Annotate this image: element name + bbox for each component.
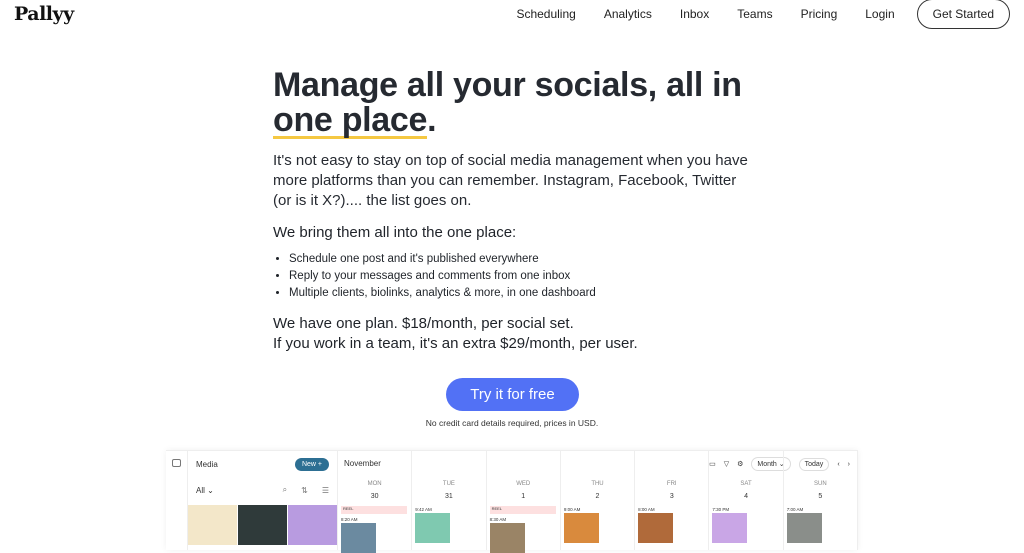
pricing-note: No credit card details required, prices … xyxy=(425,418,599,428)
day-number: 30 xyxy=(370,493,379,500)
nav-scheduling[interactable]: Scheduling xyxy=(516,7,575,21)
feature-item: Reply to your messages and comments from… xyxy=(289,268,753,285)
logo[interactable]: Pallyy xyxy=(14,3,74,25)
day-name: FRI xyxy=(666,481,677,487)
search-icon[interactable]: ⌕ xyxy=(283,485,287,495)
nav-analytics[interactable]: Analytics xyxy=(604,7,652,21)
sidebar-icon xyxy=(172,459,181,467)
post-thumbnail[interactable] xyxy=(638,513,674,543)
day-name: WED xyxy=(516,481,531,487)
day-name: MON xyxy=(367,481,382,487)
app-preview: Media New + All ⌄ ⌕ ⇅ ☰ November ▭ ▽ ⚙ Month… xyxy=(166,450,858,553)
feature-item: Multiple clients, biolinks, analytics & … xyxy=(289,285,753,302)
media-panel: Media New + All ⌄ ⌕ ⇅ ☰ xyxy=(188,451,338,550)
day-name: SUN xyxy=(813,481,827,487)
intro-text: It's not easy to stay on top of social m… xyxy=(273,152,748,209)
list-icon[interactable]: ☰ xyxy=(322,486,329,495)
media-title: Media xyxy=(196,459,218,469)
day-name: SAT xyxy=(740,481,752,487)
get-started-button[interactable]: Get Started xyxy=(916,0,1010,29)
new-button[interactable]: New + xyxy=(294,457,329,471)
post-time: 7:30 PM xyxy=(712,507,730,512)
post-time: 9:00 AM xyxy=(563,507,581,512)
post-thumbnail[interactable] xyxy=(341,523,376,553)
calendar: November ▭ ▽ ⚙ Month ⌄ Today ‹ › MON 30 RE… xyxy=(338,451,858,553)
nav-teams[interactable]: Teams xyxy=(737,7,772,21)
calendar-day[interactable]: WED 1 REEL 8:30 AM xyxy=(487,451,561,553)
nav-inbox[interactable]: Inbox xyxy=(680,7,709,21)
post-time: 9:42 AM xyxy=(415,507,432,512)
calendar-day[interactable]: THU 2 9:00 AM xyxy=(561,451,636,550)
post-thumbnail[interactable] xyxy=(563,513,599,543)
calendar-day[interactable]: MON 30 REEL 8:20 AM xyxy=(338,451,413,553)
post-thumbnail[interactable] xyxy=(489,523,525,553)
media-thumbnail[interactable] xyxy=(188,505,237,545)
nav-login[interactable]: Login xyxy=(865,7,894,21)
day-name: TUE xyxy=(442,481,455,487)
sort-icon[interactable]: ⇅ xyxy=(301,486,308,495)
feature-item: Schedule one post and it's published eve… xyxy=(289,251,753,268)
title-highlight: one place xyxy=(273,101,428,139)
day-name: THU xyxy=(591,481,604,487)
nav-pricing[interactable]: Pricing xyxy=(801,7,838,21)
feature-list: Schedule one post and it's published eve… xyxy=(289,251,753,302)
media-thumbnail[interactable] xyxy=(288,505,337,545)
top-nav: Scheduling Analytics Inbox Teams Pricing… xyxy=(488,0,1010,29)
day-number: 2 xyxy=(595,493,600,500)
day-number: 1 xyxy=(521,493,526,500)
plan-line: We have one plan. $18/month, per social … xyxy=(273,315,574,332)
reel-tag[interactable]: REEL xyxy=(341,506,407,514)
title-end: . xyxy=(427,101,437,139)
post-time: 8:00 AM xyxy=(638,507,655,512)
post-time: 8:30 AM xyxy=(489,517,507,522)
sidebar-toggle[interactable] xyxy=(166,451,188,550)
post-thumbnail[interactable] xyxy=(712,513,748,543)
plan-line-team: If you work in a team, it's an extra $29… xyxy=(273,335,638,352)
day-number: 4 xyxy=(744,493,748,500)
try-free-button[interactable]: Try it for free xyxy=(446,378,579,411)
day-number: 5 xyxy=(818,493,823,500)
post-time: 7:00 AM xyxy=(786,507,804,512)
calendar-day[interactable]: SUN 5 7:00 AM xyxy=(784,451,858,550)
calendar-day[interactable]: FRI 3 8:00 AM xyxy=(635,451,710,550)
filter-dropdown[interactable]: All ⌄ xyxy=(196,486,214,495)
post-time: 8:20 AM xyxy=(341,517,358,522)
day-number: 3 xyxy=(669,493,674,500)
post-thumbnail[interactable] xyxy=(786,513,822,543)
post-thumbnail[interactable] xyxy=(415,513,451,543)
reel-tag[interactable]: REEL xyxy=(489,506,556,514)
media-thumbnail[interactable] xyxy=(238,505,287,545)
page-title: Manage all your socials, all in one plac… xyxy=(273,68,753,138)
day-number: 31 xyxy=(445,493,453,500)
calendar-day[interactable]: TUE 31 9:42 AM xyxy=(412,451,487,550)
calendar-day[interactable]: SAT 4 7:30 PM xyxy=(709,451,784,550)
plan-text: We have one plan. $18/month, per social … xyxy=(273,314,753,354)
subhead: We bring them all into the one place: xyxy=(273,224,517,241)
title-text: Manage all your socials, all in xyxy=(273,66,742,104)
hero: Manage all your socials, all in one plac… xyxy=(273,68,753,354)
